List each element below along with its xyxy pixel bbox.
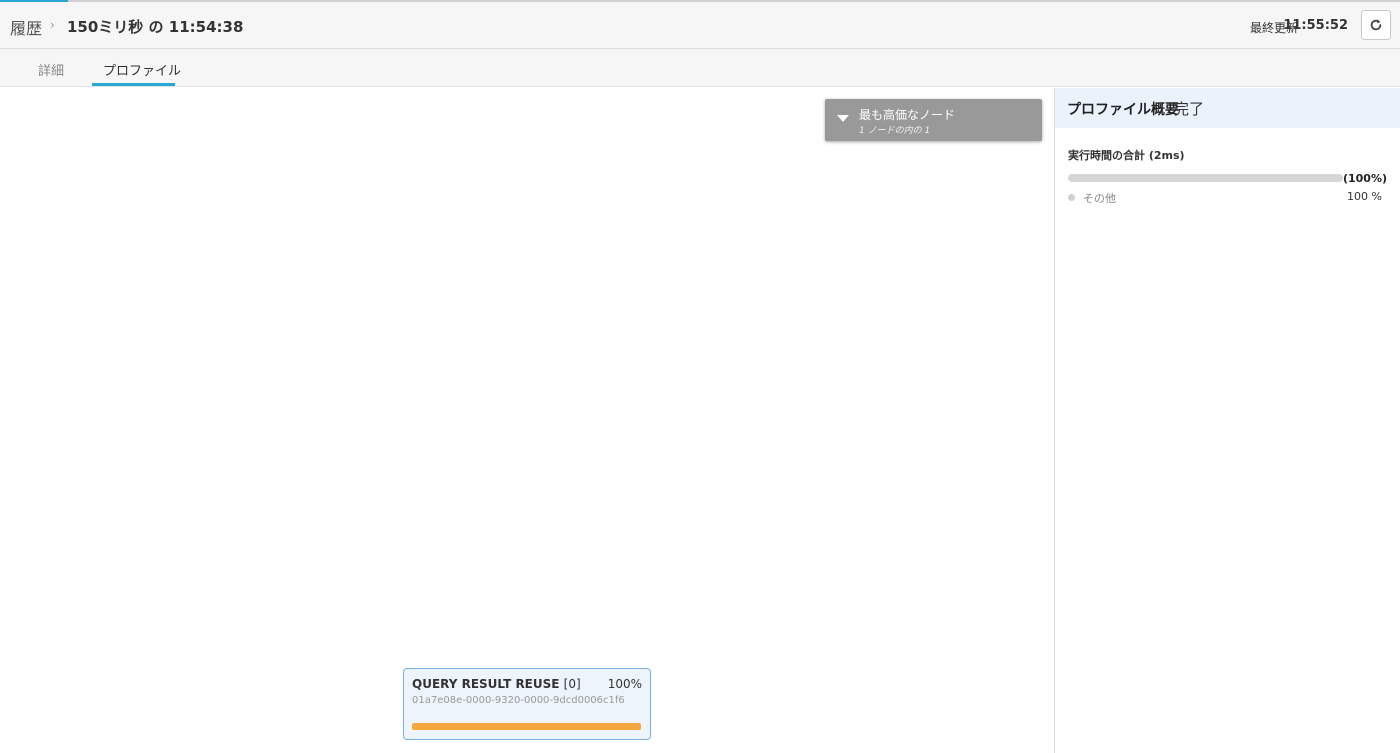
tab-profile[interactable]: プロファイル	[103, 60, 181, 79]
node-index: [0]	[563, 677, 581, 691]
caret-down-icon	[837, 115, 849, 122]
node-query-id: 01a7e08e-0000-9320-0000-9dcd0006c1f6	[412, 695, 625, 706]
node-operator-name: QUERY RESULT REUSE	[412, 677, 560, 691]
status-badge: 完了	[1174, 100, 1205, 118]
execution-time-percent: (100%)	[1342, 172, 1387, 185]
legend-dot-icon	[1068, 194, 1075, 201]
refresh-icon	[1370, 19, 1382, 31]
operator-node[interactable]: QUERY RESULT REUSE [0] 100% 01a7e08e-000…	[403, 668, 651, 740]
node-title: QUERY RESULT REUSE [0]	[412, 677, 581, 691]
refresh-button[interactable]	[1361, 10, 1391, 40]
execution-time-bar	[1068, 174, 1343, 182]
tab-details[interactable]: 詳細	[38, 60, 64, 79]
node-progress-bar	[412, 723, 641, 730]
breakdown-percent: 100 %	[1347, 190, 1382, 203]
breakdown-label: その他	[1083, 192, 1116, 205]
panel-header: プロファイル概要 完了	[1055, 88, 1400, 128]
node-percent: 100%	[607, 677, 642, 691]
last-updated-time: 11:55:52	[1283, 18, 1348, 33]
total-execution-time-label: 実行時間の合計 (2ms)	[1068, 149, 1185, 162]
chevron-right-icon: ›	[50, 18, 55, 32]
panel-title: プロファイル概要	[1067, 102, 1179, 118]
profile-graph-canvas[interactable]: 最も高価なノード 1 ノードの内の 1 QUERY RESULT REUSE […	[0, 88, 1054, 753]
tab-bar: 詳細 プロファイル	[0, 49, 1400, 87]
profile-overview-panel: プロファイル概要 完了 実行時間の合計 (2ms) (100%) その他 100…	[1054, 88, 1400, 753]
most-expensive-nodes-toggle[interactable]: 最も高価なノード 1 ノードの内の 1	[825, 99, 1042, 141]
page-title: 150ミリ秒 の 11:54:38	[67, 18, 244, 36]
breadcrumb-history-link[interactable]: 履歴	[10, 15, 42, 39]
active-tab-indicator	[92, 83, 175, 86]
most-expensive-count: 1 ノードの内の 1	[859, 126, 931, 136]
most-expensive-title: 最も高価なノード	[859, 108, 956, 122]
page-header: 履歴 › 150ミリ秒 の 11:54:38 最終更新 11:55:52	[0, 2, 1400, 49]
